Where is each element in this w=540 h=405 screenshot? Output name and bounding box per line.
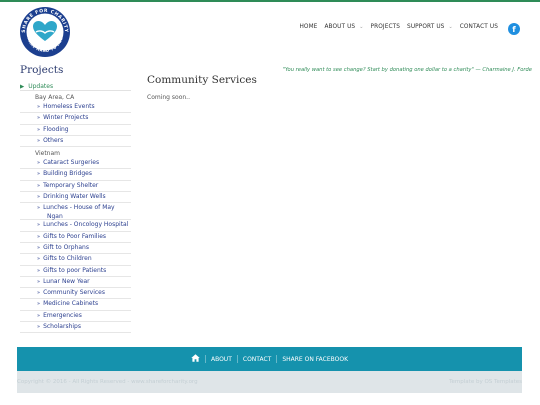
copyright-text: Copyright © 2016 - All Rights Reserved -… (17, 379, 198, 385)
sidebar-item-label: Lunches - Oncology Hospital (43, 221, 129, 229)
double-chevron-right-icon: » (37, 137, 41, 144)
sidebar-item-label: Flooding (43, 125, 69, 133)
sidebar-item-gift-to-orphans[interactable]: » Gift to Orphans (20, 243, 131, 255)
sidebar-item-cataract-surgeries[interactable]: » Cataract Surgeries (20, 158, 131, 170)
sidebar-item-label: Cataract Surgeries (43, 159, 100, 167)
chevron-down-icon: ⌄ (448, 24, 453, 30)
nav-home-label: HOME (299, 24, 318, 30)
double-chevron-right-icon: » (37, 324, 41, 331)
sidebar-item-label: Temporary Shelter (43, 181, 99, 189)
footer-divider (236, 355, 238, 363)
sidebar-item-label: Lunar New Year (43, 277, 90, 285)
sidebar-title: Projects (20, 64, 64, 76)
template-credit[interactable]: Template by OS Templates (449, 379, 522, 385)
double-chevron-right-icon: » (37, 278, 41, 285)
main-nav: HOME ABOUT US ⌄ PROJECTS SUPPORT US ⌄ CONT… (292, 24, 498, 30)
sidebar-item-medicine-cabinets[interactable]: » Medicine Cabinets (20, 299, 131, 311)
projects-sidebar: Projects ▶ Updates Bay Area, CA » Homeless… (20, 64, 131, 334)
sidebar-item-label: Community Services (43, 289, 105, 297)
sidebar-item-homeless-events[interactable]: » Homeless Events (20, 102, 131, 114)
copyright-bar: Copyright © 2016 - All Rights Reserved -… (17, 371, 522, 393)
footer-link-contact[interactable]: CONTACT (243, 356, 271, 363)
sidebar-item-label: Gift to Orphans (43, 243, 89, 251)
footer-link-share-on-facebook[interactable]: SHARE ON FACEBOOK (282, 356, 348, 363)
footer-link-about[interactable]: ABOUT (211, 356, 232, 363)
sidebar-item-gifts-to-poor-families[interactable]: » Gifts to Poor Families (20, 232, 131, 243)
sidebar-item-others[interactable]: » Others (20, 136, 131, 148)
sidebar-item-label: Gifts to Poor Families (43, 232, 107, 240)
sidebar-item-label: Gifts to Children (43, 255, 92, 263)
sidebar-item-scholarships[interactable]: » Scholarships (20, 322, 131, 334)
sidebar-item-lunches-house-of-may-ngan[interactable]: » Lunches - House of May Ngan (20, 203, 131, 221)
sidebar-item-label: Gifts to poor Patients (43, 266, 107, 274)
triangle-right-icon: ▶ (20, 84, 25, 90)
double-chevron-right-icon: » (37, 267, 41, 274)
sidebar-item-label: Lunches - House of May Ngan (43, 204, 115, 220)
sidebar-item-label: Drinking Water Wells (43, 193, 106, 201)
nav-contact-us[interactable]: CONTACT US (460, 24, 498, 30)
sidebar-item-gifts-to-poor-patients[interactable]: » Gifts to poor Patients (20, 266, 131, 277)
sidebar-item-label: Scholarships (43, 323, 81, 331)
sidebar-group-vietnam: Vietnam (35, 150, 61, 158)
footer-nav-bar: ABOUT CONTACT SHARE ON FACEBOOK (17, 347, 522, 371)
double-chevron-right-icon: » (37, 290, 41, 297)
double-chevron-right-icon: » (37, 205, 41, 212)
sidebar-item-label: Winter Projects (43, 114, 89, 122)
double-chevron-right-icon: » (37, 160, 41, 167)
sidebar-item-drinking-water-wells[interactable]: » Drinking Water Wells (20, 192, 131, 204)
nav-support-us[interactable]: SUPPORT US ⌄ (407, 24, 453, 30)
sidebar-item-label: Homeless Events (43, 103, 95, 110)
sidebar-item-label: Emergencies (43, 311, 82, 319)
sidebar-item-winter-projects[interactable]: » Winter Projects (20, 113, 131, 125)
double-chevron-right-icon: » (37, 171, 41, 178)
double-chevron-right-icon: » (37, 194, 41, 201)
double-chevron-right-icon: » (37, 301, 41, 308)
nav-about-us-label: ABOUT US (324, 24, 356, 30)
sidebar-item-flooding[interactable]: » Flooding (20, 125, 131, 136)
double-chevron-right-icon: » (37, 126, 41, 133)
sidebar-item-lunar-new-year[interactable]: » Lunar New Year (20, 277, 131, 289)
charity-quote: "You really want to see change? Start by… (282, 67, 532, 73)
double-chevron-right-icon: » (37, 222, 41, 229)
double-chevron-right-icon: » (37, 312, 41, 319)
nav-support-us-label: SUPPORT US (407, 24, 445, 30)
footer-divider (276, 355, 278, 363)
page-title: Community Services (147, 74, 257, 86)
sidebar-item-emergencies[interactable]: » Emergencies (20, 311, 131, 323)
home-icon[interactable] (191, 354, 200, 364)
sidebar-item-label: Updates (28, 83, 54, 90)
sidebar-item-community-services[interactable]: » Community Services (20, 288, 131, 300)
double-chevron-right-icon: » (37, 104, 41, 110)
nav-about-us[interactable]: ABOUT US ⌄ (324, 24, 363, 30)
double-chevron-right-icon: » (37, 233, 41, 240)
double-chevron-right-icon: » (37, 244, 41, 251)
nav-contact-us-label: CONTACT US (459, 24, 498, 30)
sidebar-item-gifts-to-children[interactable]: » Gifts to Children (20, 254, 131, 266)
footer-divider (204, 355, 206, 363)
page-body-text: Coming soon.. (147, 94, 190, 101)
facebook-icon[interactable]: f (508, 23, 520, 35)
sidebar-item-label: Medicine Cabinets (43, 300, 99, 308)
nav-home[interactable]: HOME (299, 24, 317, 30)
sidebar-item-lunches-oncology-hospital[interactable]: » Lunches - Oncology Hospital (20, 220, 131, 232)
sidebar-item-temporary-shelter[interactable]: » Temporary Shelter (20, 181, 131, 193)
double-chevron-right-icon: » (37, 182, 41, 189)
nav-projects-label: PROJECTS (370, 24, 401, 30)
double-chevron-right-icon: » (37, 256, 41, 263)
sidebar-item-label: Building Bridges (43, 170, 92, 178)
sidebar-group-bay-area: Bay Area, CA (35, 94, 75, 101)
site-header: SHARE FOR CHARITY SHARE HAND TO HELP HOM… (0, 2, 540, 57)
logo-emblem: SHARE FOR CHARITY SHARE HAND TO HELP (20, 7, 70, 57)
site-logo[interactable]: SHARE FOR CHARITY SHARE HAND TO HELP (18, 5, 72, 59)
sidebar-item-updates[interactable]: ▶ Updates (20, 82, 131, 91)
sidebar-item-label: Others (43, 136, 64, 144)
double-chevron-right-icon: » (37, 115, 41, 122)
chevron-down-icon: ⌄ (359, 24, 364, 30)
sidebar-item-building-bridges[interactable]: » Building Bridges (20, 169, 131, 181)
nav-projects[interactable]: PROJECTS (371, 24, 401, 30)
